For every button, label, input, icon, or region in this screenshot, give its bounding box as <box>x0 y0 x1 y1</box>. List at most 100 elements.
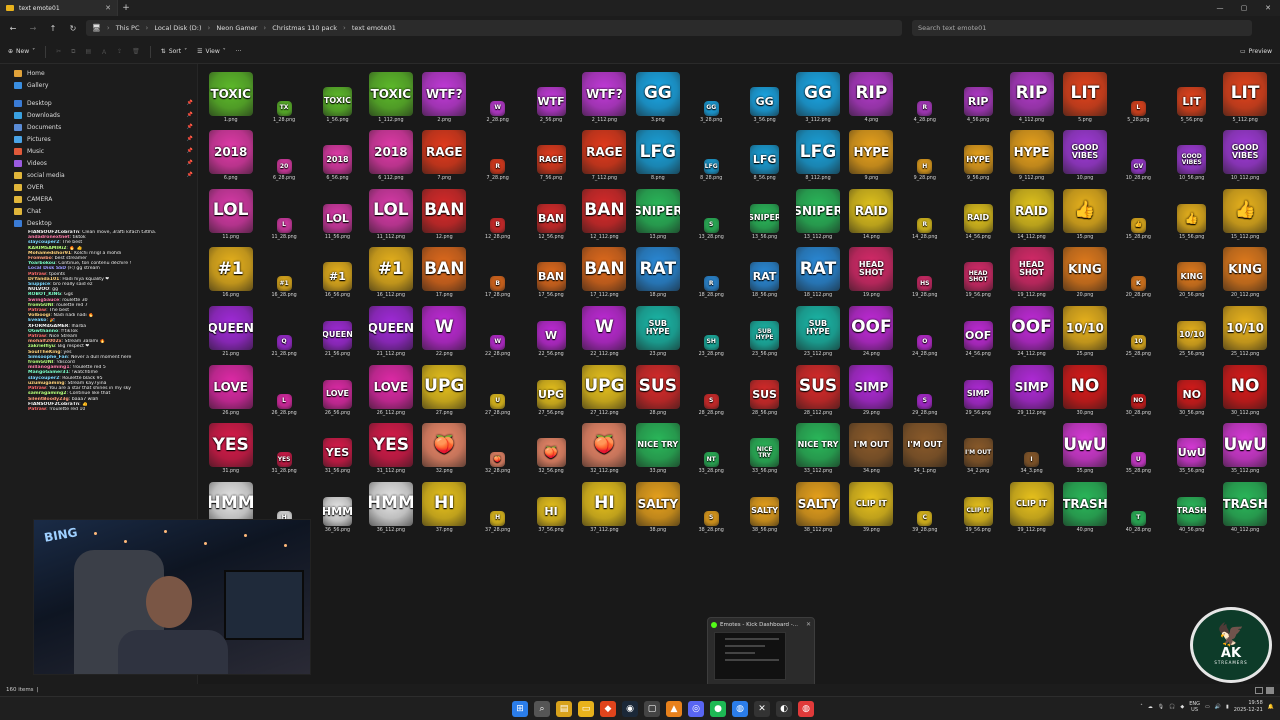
steam-icon[interactable]: ◉ <box>622 701 638 717</box>
file-item[interactable]: OOF 24_112.png <box>1005 300 1058 359</box>
file-item[interactable]: K 20_28.png <box>1112 242 1165 301</box>
file-item[interactable]: #1 16_112.png <box>364 242 417 301</box>
file-item[interactable]: LFG 8.png <box>631 125 684 184</box>
file-item[interactable]: CLIP IT 39_112.png <box>1005 476 1058 535</box>
file-item[interactable]: HMM 36_112.png <box>364 476 417 535</box>
clock[interactable]: 19:58 2025-12-21 <box>1234 700 1263 714</box>
file-item[interactable]: WTF? 2.png <box>418 66 471 125</box>
breadcrumb-neon-gamer[interactable]: Neon Gamer <box>216 24 257 32</box>
file-item[interactable]: 🍑 32.png <box>418 418 471 477</box>
file-item[interactable]: CLIP IT 39.png <box>845 476 898 535</box>
sidebar-item-desktop[interactable]: Desktop 📌 <box>0 97 197 109</box>
address-bar[interactable]: 🖥 › This PC › Local Disk (D:) › Neon Gam… <box>86 20 902 36</box>
file-item[interactable]: RAGE 7.png <box>418 125 471 184</box>
minimize-button[interactable]: — <box>1208 4 1232 12</box>
large-icons-view-icon[interactable] <box>1266 686 1274 694</box>
sidebar-item-videos[interactable]: Videos 📌 <box>0 157 197 169</box>
file-item[interactable]: LOVE 26.png <box>204 359 257 418</box>
file-item[interactable]: RAGE 7_56.png <box>524 125 577 184</box>
file-item[interactable]: 🍑 32_56.png <box>524 418 577 477</box>
tab-text-emote01[interactable]: text emote01 ✕ <box>0 0 118 16</box>
vlc-icon[interactable]: ▲ <box>666 701 682 717</box>
file-item[interactable]: 🍑 32_28.png <box>471 418 524 477</box>
maximize-button[interactable]: ▢ <box>1232 4 1256 12</box>
file-item[interactable]: H 9_28.png <box>898 125 951 184</box>
file-item[interactable]: LFG 8_112.png <box>791 125 844 184</box>
file-item[interactable]: GG 3_112.png <box>791 66 844 125</box>
file-item[interactable]: HI 37_56.png <box>524 476 577 535</box>
file-item[interactable]: O 24_28.png <box>898 300 951 359</box>
battery-icon[interactable]: ▮ <box>1226 704 1229 710</box>
file-item[interactable]: QUEEN 21.png <box>204 300 257 359</box>
file-item[interactable]: W 22.png <box>418 300 471 359</box>
forward-button[interactable]: → <box>26 21 40 35</box>
details-view-icon[interactable] <box>1255 686 1263 694</box>
file-item[interactable]: GV 10_28.png <box>1112 125 1165 184</box>
file-item[interactable]: NICE TRY 33_112.png <box>791 418 844 477</box>
file-item[interactable]: RAGE 7_112.png <box>578 125 631 184</box>
file-item[interactable]: SNIPER 13.png <box>631 183 684 242</box>
file-item[interactable]: #1 16_56.png <box>311 242 364 301</box>
file-item[interactable]: BAN 12_56.png <box>524 183 577 242</box>
sidebar-item-gallery[interactable]: Gallery <box>0 79 197 91</box>
file-item[interactable]: 👍 15_56.png <box>1165 183 1218 242</box>
file-item[interactable]: GG 3.png <box>631 66 684 125</box>
file-item[interactable]: SALTY 38.png <box>631 476 684 535</box>
file-item[interactable]: SIMP 29_56.png <box>951 359 1004 418</box>
search-input[interactable]: Search text emote01 <box>912 20 1252 36</box>
headset-icon[interactable]: 🎧 <box>1169 704 1175 710</box>
sidebar-item-social-media[interactable]: social media 📌 <box>0 169 197 181</box>
file-item[interactable]: 10/10 25.png <box>1058 300 1111 359</box>
cut-button[interactable]: ✂ <box>56 48 61 55</box>
file-item[interactable]: B 12_28.png <box>471 183 524 242</box>
file-item[interactable]: #1 16_28.png <box>257 242 310 301</box>
file-item[interactable]: RAID 14_112.png <box>1005 183 1058 242</box>
microphone-icon[interactable]: 🎙 <box>1158 704 1164 710</box>
volume-icon[interactable]: 🔊 <box>1215 704 1221 710</box>
file-item[interactable]: LIT 5_56.png <box>1165 66 1218 125</box>
file-item[interactable]: S 13_28.png <box>685 183 738 242</box>
file-item[interactable]: W 22_112.png <box>578 300 631 359</box>
file-item[interactable]: TRASH 40_112.png <box>1218 476 1271 535</box>
file-item[interactable]: BAN 17_112.png <box>578 242 631 301</box>
file-item[interactable]: UwU 35.png <box>1058 418 1111 477</box>
file-item[interactable]: NO 30.png <box>1058 359 1111 418</box>
breadcrumb-local-disk[interactable]: Local Disk (D:) <box>154 24 201 32</box>
file-item[interactable]: I'M OUT 34_1.png <box>898 418 951 477</box>
sidebar-item-chat[interactable]: Chat <box>0 205 197 217</box>
file-item[interactable]: BAN 12.png <box>418 183 471 242</box>
file-item[interactable]: LFG 8_28.png <box>685 125 738 184</box>
file-item[interactable]: SUB HYPE 23_56.png <box>738 300 791 359</box>
file-item[interactable]: HEAD SHOT 19_112.png <box>1005 242 1058 301</box>
file-item[interactable]: TOXIC 1_56.png <box>311 66 364 125</box>
sidebar-item-documents[interactable]: Documents 📌 <box>0 121 197 133</box>
up-button[interactable]: ↑ <box>46 21 60 35</box>
back-button[interactable]: ← <box>6 21 20 35</box>
new-tab-button[interactable]: + <box>118 3 134 13</box>
file-item[interactable]: 10/10 25_56.png <box>1165 300 1218 359</box>
file-item[interactable]: HS 19_28.png <box>898 242 951 301</box>
file-item[interactable]: YES 31.png <box>204 418 257 477</box>
chrome2-icon[interactable]: ◍ <box>798 701 814 717</box>
file-item[interactable]: NICE TRY 33.png <box>631 418 684 477</box>
file-item[interactable]: I'M OUT 34_2.png <box>951 418 1004 477</box>
file-item[interactable]: BAN 12_112.png <box>578 183 631 242</box>
file-item[interactable]: UwU 35_56.png <box>1165 418 1218 477</box>
file-item[interactable]: U 27_28.png <box>471 359 524 418</box>
file-item[interactable]: 2018 6_112.png <box>364 125 417 184</box>
language-indicator[interactable]: ENG US <box>1189 701 1200 713</box>
file-item[interactable]: SIMP 29_112.png <box>1005 359 1058 418</box>
file-item[interactable]: W 2_28.png <box>471 66 524 125</box>
explorer-icon[interactable]: ▭ <box>578 701 594 717</box>
file-item[interactable]: KING 20.png <box>1058 242 1111 301</box>
file-item[interactable]: HEAD SHOT 19_56.png <box>951 242 1004 301</box>
file-item[interactable]: GG 3_28.png <box>685 66 738 125</box>
file-item[interactable]: GOOD VIBES 10_56.png <box>1165 125 1218 184</box>
tab-close-icon[interactable]: ✕ <box>105 4 111 12</box>
file-item[interactable]: SALTY 38_56.png <box>738 476 791 535</box>
file-item[interactable]: L 5_28.png <box>1112 66 1165 125</box>
file-item[interactable]: LOVE 26_112.png <box>364 359 417 418</box>
file-item[interactable]: RAID 14_56.png <box>951 183 1004 242</box>
file-item[interactable]: OOF 24_56.png <box>951 300 1004 359</box>
file-item[interactable]: NT 33_28.png <box>685 418 738 477</box>
